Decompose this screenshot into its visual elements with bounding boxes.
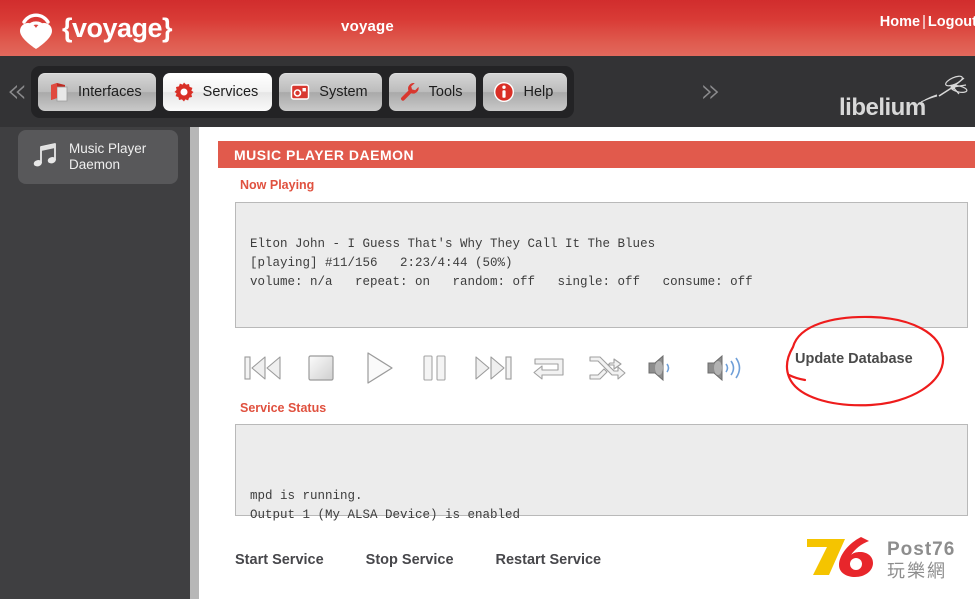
stop-service-button[interactable]: Stop Service [366,552,496,568]
gear-icon [173,81,195,103]
now-playing-line-1: Elton John - I Guess That's Why They Cal… [250,237,656,251]
now-playing-line-3: volume: n/a repeat: on random: off singl… [250,275,753,289]
mosquito-icon [920,75,968,103]
start-service-button[interactable]: Start Service [235,552,366,568]
repeat-icon [529,353,569,388]
nav-item-interfaces[interactable]: Interfaces [38,73,156,111]
nav-item-system-label: System [319,84,368,100]
next-track-button[interactable] [463,344,520,396]
now-playing-label: Now Playing [240,178,315,192]
transport-controls [235,340,758,400]
chevron-right-icon[interactable]: » [700,74,721,108]
interfaces-icon [48,81,70,103]
pause-icon [420,352,450,389]
main-navbar: « » Interfaces Services System Tools Hel… [0,56,975,127]
now-playing-panel: Elton John - I Guess That's Why They Cal… [235,202,968,328]
post76-watermark: Post76 玩樂網 [799,525,974,587]
nav-item-help[interactable]: Help [483,73,568,111]
nav-item-services-label: Services [202,84,259,100]
banner-title-text: voyage [341,17,394,35]
wifi-heart-icon [14,5,60,51]
previous-track-button[interactable] [235,344,292,396]
banner-links: Home | Logout [880,14,975,30]
chevron-left-icon[interactable]: « [6,74,27,108]
nav-item-interfaces-label: Interfaces [78,84,142,100]
sidebar-divider [190,127,199,599]
sidebar-item-label: Music Player Daemon [69,141,147,172]
service-action-bar: Start Service Stop Service Restart Servi… [235,552,643,568]
info-icon [493,81,515,103]
watermark-brand-cn: 玩樂網 [887,561,947,582]
now-playing-line-2: [playing] #11/156 2:23/4:44 (50%) [250,256,513,270]
nav-item-system[interactable]: System [279,73,382,111]
link-separator: | [922,14,926,30]
service-status-label: Service Status [240,401,327,415]
service-status-line-1: mpd is running. [250,489,363,503]
brand-text: {voyage} [62,12,173,43]
service-status-line-2: Output 1 (My ALSA Device) is enabled [250,508,521,522]
nav-item-tools[interactable]: Tools [388,73,477,111]
sidebar-item-music-player-daemon[interactable]: Music Player Daemon [18,130,178,184]
wrench-icon [399,81,421,103]
home-link[interactable]: Home [880,14,920,30]
repeat-button[interactable] [520,344,577,396]
nav-item-help-label: Help [523,84,554,100]
volume-down-button[interactable] [634,344,696,396]
play-icon [360,350,396,391]
stop-icon [304,352,338,389]
sidebar: Music Player Daemon [0,127,190,599]
main-content: MUSIC PLAYER DAEMON Now Playing Elton Jo… [199,127,975,599]
shuffle-button[interactable] [577,344,634,396]
logout-link[interactable]: Logout [928,14,975,30]
previous-icon [242,352,286,389]
pause-button[interactable] [406,344,463,396]
voyage-admin-page: {voyage} voyage Home | Logout « » Interf… [0,0,975,599]
shuffle-icon [586,353,626,388]
volume-low-icon [645,352,685,389]
top-banner: {voyage} voyage Home | Logout [0,0,975,56]
page-title: MUSIC PLAYER DAEMON [218,141,975,168]
nav-button-group: Interfaces Services System Tools Help [31,66,575,118]
nav-item-tools-label: Tools [428,84,463,100]
volume-up-button[interactable] [696,344,758,396]
stop-button[interactable] [292,344,349,396]
brand-logo[interactable]: {voyage} [14,2,173,54]
restart-service-button[interactable]: Restart Service [496,552,644,568]
watermark-brand: Post76 [887,539,955,560]
system-icon [289,81,311,103]
service-status-panel: mpd is running. Output 1 (My ALSA Device… [235,424,968,522]
music-note-icon [30,140,60,175]
volume-high-icon [704,352,750,389]
update-database-button[interactable]: Update Database [795,351,913,367]
next-icon [470,352,514,389]
libelium-logo: libelium [837,72,968,124]
nav-item-services[interactable]: Services [162,73,273,111]
play-button[interactable] [349,344,406,396]
